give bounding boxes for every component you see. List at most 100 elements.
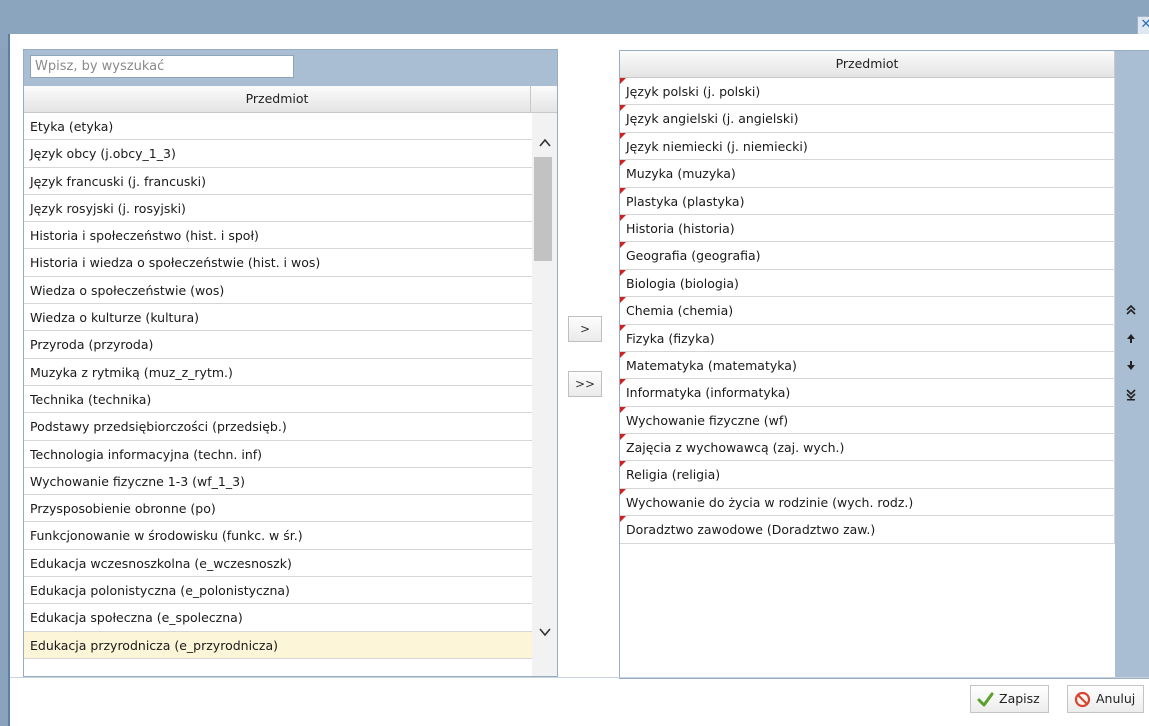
assigned-subject-label: Biologia (biologia) xyxy=(626,275,739,291)
move-up-icon[interactable] xyxy=(1119,331,1143,353)
move-to-top-icon[interactable] xyxy=(1119,303,1143,325)
available-subject-row[interactable]: Język obcy (j.obcy_1_3) xyxy=(24,140,532,168)
assigned-subject-label: Doradztwo zawodowe (Doradztwo zaw.) xyxy=(626,522,876,538)
modified-marker-icon xyxy=(620,351,626,358)
assigned-subject-label: Geografia (geografia) xyxy=(626,248,761,264)
available-subject-row[interactable]: Język rosyjski (j. rosyjski) xyxy=(24,195,532,223)
available-subject-row[interactable]: Technologia informacyjna (techn. inf) xyxy=(24,441,532,468)
assigned-subject-row[interactable]: Język polski (j. polski) xyxy=(620,78,1114,106)
available-subject-row[interactable]: Edukacja polonistyczna (e_polonistyczna) xyxy=(24,577,532,605)
modified-marker-icon xyxy=(620,187,626,194)
modified-marker-icon xyxy=(620,434,626,441)
assigned-subject-label: Informatyka (informatyka) xyxy=(626,385,791,401)
save-button-label: Zapisz xyxy=(999,691,1040,706)
available-subject-row[interactable]: Przysposobienie obronne (po) xyxy=(24,495,532,523)
available-subject-row[interactable]: Historia i społeczeństwo (hist. i społ) xyxy=(24,222,532,250)
assigned-subject-row[interactable]: Doradztwo zawodowe (Doradztwo zaw.) xyxy=(620,516,1114,544)
available-subject-row[interactable]: Edukacja społeczna (e_spoleczna) xyxy=(24,604,532,632)
assigned-subject-row[interactable]: Plastyka (plastyka) xyxy=(620,187,1114,215)
cancel-button[interactable]: Anuluj xyxy=(1067,685,1145,713)
available-subjects-panel: Przedmiot Etyka (etyka)Język obcy (j.obc… xyxy=(23,49,558,677)
modified-marker-icon xyxy=(620,214,626,221)
assigned-subject-label: Fizyka (fizyka) xyxy=(626,330,715,346)
search-bar xyxy=(24,50,557,86)
available-subject-row[interactable]: Edukacja przyrodnicza (e_przyrodnicza) xyxy=(24,631,532,659)
assigned-subject-row[interactable]: Muzyka (muzyka) xyxy=(620,160,1114,188)
assigned-subject-label: Wychowanie fizyczne (wf) xyxy=(626,412,789,428)
subject-assignment-dialog: Przedmiot Etyka (etyka)Język obcy (j.obc… xyxy=(8,34,1149,726)
modified-marker-icon xyxy=(620,242,626,249)
assigned-subject-row[interactable]: Fizyka (fizyka) xyxy=(620,324,1114,352)
right-column-header[interactable]: Przedmiot xyxy=(620,51,1115,78)
available-subject-row[interactable]: Etyka (etyka) xyxy=(24,113,532,141)
save-button[interactable]: Zapisz xyxy=(970,685,1049,713)
assigned-subject-label: Plastyka (plastyka) xyxy=(626,193,745,209)
modified-marker-icon xyxy=(620,488,626,495)
available-subject-row[interactable]: Podstawy przedsiębiorczości (przedsięb.) xyxy=(24,413,532,441)
modified-marker-icon xyxy=(620,379,626,386)
scrollbar-thumb[interactable] xyxy=(534,157,552,261)
available-subject-row[interactable]: Edukacja wczesnoszkolna (e_wczesnoszk) xyxy=(24,550,532,578)
assigned-subject-label: Matematyka (matematyka) xyxy=(626,357,797,373)
scroll-down-icon[interactable] xyxy=(535,624,555,644)
left-column-header[interactable]: Przedmiot xyxy=(24,86,531,113)
assigned-subject-row[interactable]: Religia (religia) xyxy=(620,461,1114,489)
assigned-subject-label: Historia (historia) xyxy=(626,220,735,236)
close-icon[interactable]: ✕ xyxy=(1137,16,1149,36)
available-subject-row[interactable]: Historia i wiedza o społeczeństwie (hist… xyxy=(24,249,532,277)
modified-marker-icon xyxy=(620,269,626,276)
cancel-button-label: Anuluj xyxy=(1096,691,1136,706)
available-subject-row[interactable]: Wychowanie fizyczne 1-3 (wf_1_3) xyxy=(24,468,532,496)
modified-marker-icon xyxy=(620,78,626,84)
move-selected-button[interactable]: > xyxy=(568,316,602,342)
footer-divider xyxy=(10,677,1149,678)
scroll-up-icon[interactable] xyxy=(535,135,555,155)
modified-marker-icon xyxy=(620,516,626,523)
assigned-subject-row[interactable]: Język niemiecki (j. niemiecki) xyxy=(620,132,1114,161)
modified-marker-icon xyxy=(620,406,626,413)
assigned-subject-row[interactable]: Geografia (geografia) xyxy=(620,242,1114,270)
modified-marker-icon xyxy=(620,160,626,167)
left-header-cap xyxy=(531,86,557,113)
cancel-icon xyxy=(1074,691,1091,708)
available-subject-row[interactable]: Wiedza o społeczeństwie (wos) xyxy=(24,277,532,305)
checkmark-icon xyxy=(977,692,994,707)
assigned-subject-label: Chemia (chemia) xyxy=(626,303,734,319)
assigned-subject-row[interactable]: Matematyka (matematyka) xyxy=(620,351,1114,380)
available-subject-row[interactable]: Przyroda (przyroda) xyxy=(24,331,532,359)
assigned-subject-row[interactable]: Informatyka (informatyka) xyxy=(620,379,1114,407)
search-input[interactable] xyxy=(30,55,294,78)
available-subjects-list: Etyka (etyka) Język obcy (j.obcy_1_3) Języ… xyxy=(24,113,532,659)
available-subject-row[interactable]: Wiedza o kulturze (kultura) xyxy=(24,304,532,332)
move-down-icon[interactable] xyxy=(1119,359,1143,381)
modified-marker-icon xyxy=(620,461,626,468)
assigned-subject-row[interactable]: Biologia (biologia) xyxy=(620,269,1114,298)
available-subject-row[interactable]: Technika (technika) xyxy=(24,386,532,414)
move-all-button[interactable]: >> xyxy=(568,371,602,397)
assigned-subjects-panel: Przedmiot Język polski (j. polski) Język … xyxy=(619,50,1149,679)
assigned-subject-row[interactable]: Zajęcia z wychowawcą (zaj. wych.) xyxy=(620,434,1114,462)
move-to-bottom-icon[interactable] xyxy=(1119,387,1143,409)
assigned-subject-label: Religia (religia) xyxy=(626,467,721,483)
available-subject-row[interactable]: Funkcjonowanie w środowisku (funkc. w śr… xyxy=(24,522,532,550)
assigned-subject-label: Wychowanie do życia w rodzinie (wych. ro… xyxy=(626,494,914,510)
left-list-scrollbar[interactable] xyxy=(532,113,557,676)
modified-marker-icon xyxy=(620,297,626,304)
order-controls xyxy=(1115,51,1149,678)
modified-marker-icon xyxy=(620,132,626,139)
available-subject-row[interactable]: Muzyka z rytmiką (muz_z_rytm.) xyxy=(24,359,532,386)
assigned-subject-row[interactable]: Wychowanie do życia w rodzinie (wych. ro… xyxy=(620,488,1114,517)
assigned-subjects-list: Język polski (j. polski) Język angielski … xyxy=(620,78,1115,544)
assigned-subject-label: Muzyka (muzyka) xyxy=(626,166,736,182)
modified-marker-icon xyxy=(620,105,626,112)
assigned-subject-row[interactable]: Język angielski (j. angielski) xyxy=(620,105,1114,133)
assigned-subject-row[interactable]: Wychowanie fizyczne (wf) xyxy=(620,406,1114,435)
assigned-subject-label: Język polski (j. polski) xyxy=(626,84,761,99)
assigned-subject-row[interactable]: Historia (historia) xyxy=(620,214,1114,243)
assigned-subject-label: Język niemiecki (j. niemiecki) xyxy=(626,138,808,154)
assigned-subject-label: Język angielski (j. angielski) xyxy=(626,111,799,127)
modified-marker-icon xyxy=(620,324,626,331)
assigned-subject-label: Zajęcia z wychowawcą (zaj. wych.) xyxy=(626,440,845,456)
assigned-subject-row[interactable]: Chemia (chemia) xyxy=(620,297,1114,325)
available-subject-row[interactable]: Język francuski (j. francuski) xyxy=(24,168,532,195)
